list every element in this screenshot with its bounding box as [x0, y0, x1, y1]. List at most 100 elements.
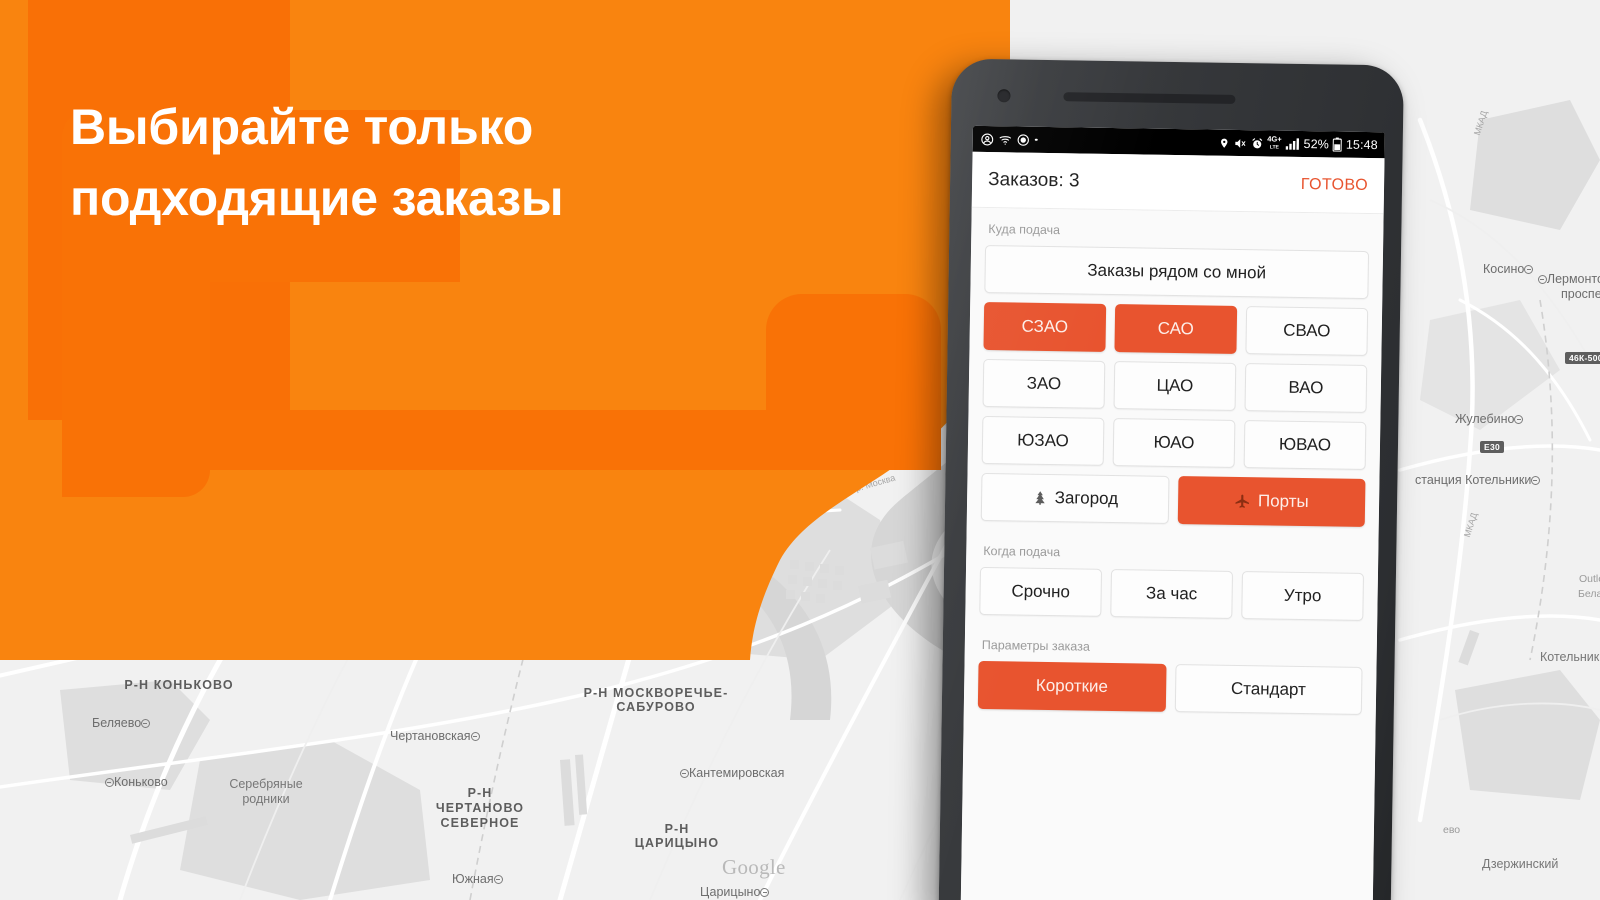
- map-label-text: ево: [1443, 824, 1461, 836]
- filter-chip-сзао[interactable]: СЗАО: [983, 301, 1107, 352]
- app-bar: Заказов: 3 ГОТОВО: [971, 151, 1385, 215]
- map-label: Чертановская: [390, 729, 480, 743]
- map-label-text: Р-Н ЧЕРТАНОВО: [435, 786, 525, 815]
- map-label-text: Р-Н КОНЬКОВО: [124, 678, 234, 692]
- section-label: Когда подача: [983, 544, 1061, 560]
- filter-chip-label: Утро: [1283, 585, 1322, 606]
- filter-chip-юао[interactable]: ЮАО: [1112, 418, 1236, 468]
- map-label-text: Южная: [452, 872, 494, 886]
- filter-chip-label: За час: [1145, 583, 1198, 604]
- filter-chip-короткие[interactable]: Короткие: [977, 660, 1167, 712]
- filter-chip-стандарт[interactable]: Стандарт: [1174, 664, 1363, 715]
- filter-row: Заказы рядом со мной: [984, 244, 1370, 300]
- filters-content: Куда подача Заказы рядом со мной СЗАО САО СВ…: [960, 207, 1384, 900]
- airplane-icon: [1234, 492, 1251, 509]
- filter-chip-порты[interactable]: Порты: [1177, 476, 1366, 527]
- map-label-text-2: СЕВЕРНОЕ: [440, 816, 520, 830]
- filter-chip-свао[interactable]: СВАО: [1245, 306, 1369, 357]
- filter-chip-сао[interactable]: САО: [1114, 304, 1238, 354]
- map-label: Лермонтовскийпроспект: [1528, 272, 1600, 302]
- map-label: Outlet Белая: [1563, 572, 1600, 602]
- metro-station-icon: [1514, 415, 1524, 424]
- headline-line-1: Выбирайте только: [70, 99, 534, 155]
- battery-percent: 52%: [1303, 136, 1330, 152]
- tree-icon: [1032, 489, 1048, 507]
- metro-station-icon: [680, 769, 689, 778]
- map-label: Р-Н ЧЕРТАНОВО СЕВЕРНОЕ: [425, 786, 535, 831]
- filter-row: ЗАО ЦАО ВАО: [982, 358, 1368, 414]
- map-label: 46К-500: [1565, 348, 1600, 366]
- map-label-text: Лермонтовский: [1546, 272, 1600, 286]
- map-label: Косино: [1483, 262, 1534, 276]
- map-label: Беляево: [92, 716, 151, 730]
- metro-station-icon: [141, 719, 151, 728]
- location-pin-icon: [1218, 136, 1229, 149]
- map-label: Котельники: [1540, 650, 1600, 664]
- map-label-text: Коньково: [114, 775, 168, 789]
- map-label: Царицыно: [700, 885, 770, 899]
- map-label-text-2: Белая: [1577, 588, 1600, 600]
- map-label: Р-Н МОСКВОРЕЧЬЕ-САБУРОВО: [556, 686, 756, 714]
- filter-chip-загород[interactable]: Загород: [980, 472, 1169, 524]
- map-label-text: Кантемировская: [689, 766, 785, 780]
- wifi-icon: [999, 133, 1012, 146]
- mute-icon: [1233, 136, 1246, 149]
- map-label: Серебряные родники: [228, 777, 304, 807]
- filter-chip-утро[interactable]: Утро: [1241, 571, 1364, 621]
- alarm-icon: [1250, 137, 1263, 150]
- filter-chip-label: Заказы рядом со мной: [1087, 260, 1267, 283]
- filter-chip-зао[interactable]: ЗАО: [982, 358, 1106, 409]
- filter-chip-label: ЦАО: [1156, 375, 1194, 396]
- map-label: станция Котельники: [1415, 473, 1541, 487]
- map-label-text: Беляево: [92, 716, 142, 730]
- filter-chip-вао[interactable]: ВАО: [1244, 363, 1368, 414]
- map-label-text: Царицыно: [700, 885, 761, 899]
- map-label-text-2: проспект: [1561, 287, 1600, 301]
- map-label: E30: [1480, 437, 1505, 455]
- filter-chip-label: Короткие: [1035, 675, 1109, 696]
- filter-chip-label: Порты: [1257, 491, 1309, 512]
- phone-mockup: 4G+ LTE 52% 15:48 Заказов: 3 ГОТОВО Куда…: [938, 58, 1404, 900]
- signal-bars-icon: [1285, 138, 1300, 150]
- headline-line-2: подходящие заказы: [70, 170, 564, 226]
- filter-row: Короткие Стандарт: [977, 660, 1363, 715]
- filter-chip-цао[interactable]: ЦАО: [1113, 361, 1237, 411]
- filter-chip-ювао[interactable]: ЮВАО: [1243, 420, 1367, 470]
- map-label-text: Чертановская: [390, 729, 471, 743]
- page-title: Выбирайте только подходящие заказы: [70, 92, 900, 234]
- filter-chip-за-час[interactable]: За час: [1110, 569, 1234, 619]
- section-label: Параметры заказа: [981, 637, 1090, 654]
- filter-chip-label: ВАО: [1288, 377, 1324, 398]
- filter-chip-label: САО: [1157, 318, 1195, 339]
- map-label: Южная: [452, 872, 503, 886]
- map-label-text: Дзержинский: [1482, 857, 1559, 871]
- map-label: ево: [1443, 824, 1460, 836]
- orders-count-title: Заказов: 3: [987, 168, 1080, 191]
- filter-chip-label: ЮАО: [1153, 432, 1195, 453]
- metro-station-icon: [760, 888, 770, 897]
- filter-chip-юзао[interactable]: ЮЗАО: [981, 415, 1105, 466]
- filter-chip-заказы-рядом-со-мной[interactable]: Заказы рядом со мной: [984, 244, 1370, 300]
- filter-chip-label: Стандарт: [1230, 678, 1307, 700]
- map-label: Р-Н КОНЬКОВО: [104, 678, 254, 692]
- filter-chip-label: СВАО: [1283, 320, 1331, 341]
- map-label-text: станция Котельники: [1415, 473, 1532, 487]
- metro-station-icon: [105, 778, 114, 787]
- map-label-text-2: родники: [242, 792, 290, 806]
- metro-station-icon: [1531, 476, 1541, 485]
- battery-icon: [1332, 137, 1343, 152]
- filter-chip-label: ЗАО: [1026, 373, 1062, 394]
- map-label: Р-Н ЦАРИЦЫНО: [622, 822, 732, 850]
- filter-chip-label: Загород: [1054, 488, 1119, 509]
- map-label-text: Outlet: [1578, 573, 1600, 585]
- filter-chip-label: Срочно: [1011, 581, 1071, 602]
- google-watermark: Google: [722, 855, 786, 879]
- filter-row: ЮЗАО ЮАО ЮВАО: [981, 415, 1367, 470]
- filter-chip-срочно[interactable]: Срочно: [979, 566, 1103, 617]
- map-label-text: Р-Н МОСКВОРЕЧЬЕ-САБУРОВО: [583, 686, 729, 714]
- metro-station-icon: [1537, 275, 1547, 284]
- done-button[interactable]: ГОТОВО: [1301, 175, 1369, 194]
- map-label: Дзержинский: [1482, 857, 1558, 871]
- map-label-text: Р-Н ЦАРИЦЫНО: [634, 822, 720, 850]
- phone-screen: 4G+ LTE 52% 15:48 Заказов: 3 ГОТОВО Куда…: [960, 125, 1385, 900]
